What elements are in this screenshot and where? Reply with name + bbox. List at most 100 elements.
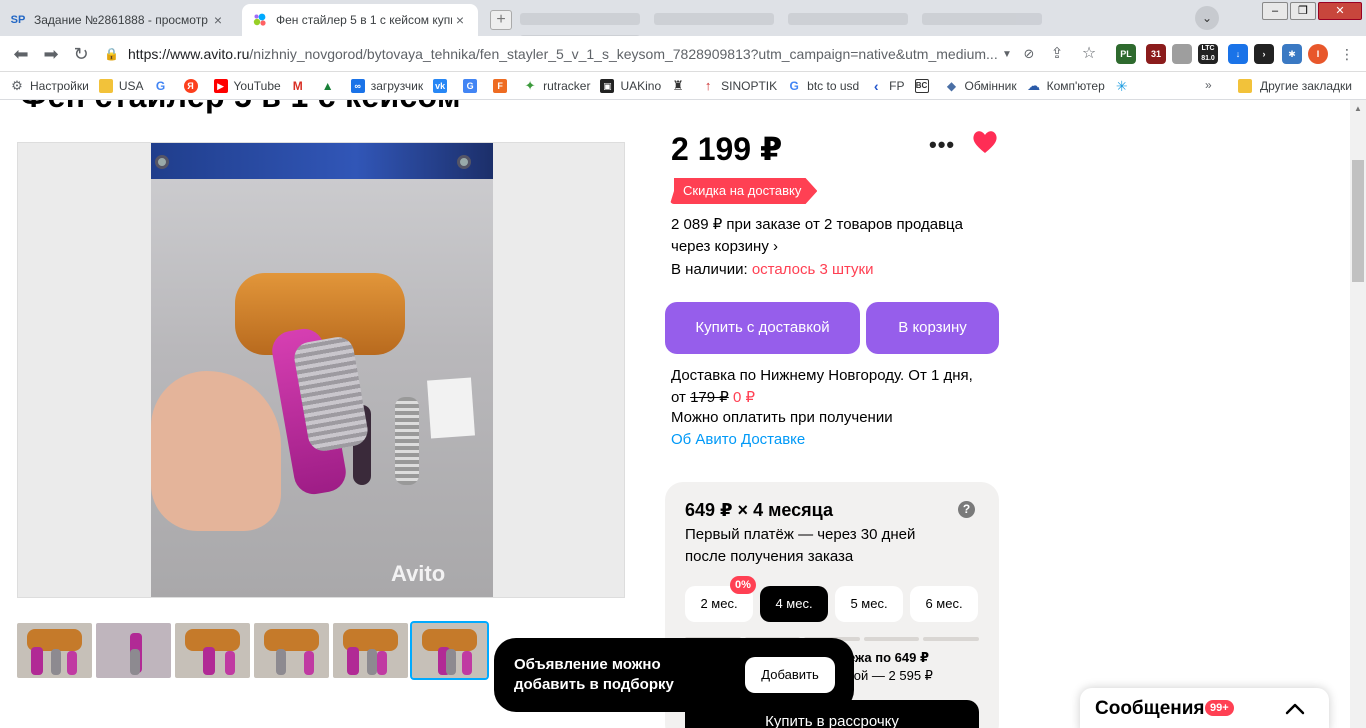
url-field[interactable]: 🔒 https://www.avito.ru/nizhniy_novgorod/… [104,41,1016,67]
bookmark-exchanger[interactable]: ◆ Обмінник [945,75,1017,97]
add-to-collection-toast: Объявление можно добавить в подборку Доб… [494,638,854,712]
bookmark-label: btc to usd [807,78,860,93]
bookmark-btc[interactable]: Gbtc to usd [787,75,859,97]
zero-percent-badge: 0% [730,576,756,594]
add-to-cart-button[interactable]: В корзину [866,302,999,354]
bookmark-drive[interactable]: ▲ [321,75,341,97]
rutracker-icon: ✦ [524,77,536,93]
tab-task[interactable]: SP Задание №2861888 - просмотр за × [0,4,236,36]
term-5-months[interactable]: 5 мес. [835,586,903,622]
help-icon[interactable]: ? [958,501,975,518]
bookmarks-bar: ⚙ Настройки USA G Я ▶ YouTube M ▲ ∞ загрузч… [0,72,1366,100]
more-options-icon[interactable]: ••• [929,132,955,158]
tab-search-button[interactable]: ⌄ [1195,6,1219,30]
price: 2 199 ₽ [671,131,783,167]
extension-download-icon[interactable]: ↓ [1228,44,1248,64]
extension-terminal-icon[interactable]: › [1254,44,1274,64]
scroll-thumb[interactable] [1352,160,1364,282]
bookmark-f[interactable]: F [493,75,513,97]
profile-avatar[interactable]: I [1308,44,1328,64]
gear-icon: ⚙ [11,77,23,93]
faded-tabs [520,8,1180,47]
main-photo[interactable]: Avito [17,142,625,598]
bookmark-label: загрузчик [370,78,424,93]
yandex-icon: Я [183,78,198,93]
bookmark-gmail[interactable]: M [291,75,311,97]
thermometer-icon: ↑ [704,77,712,93]
forward-button[interactable]: ➡ [40,44,62,64]
thumbnail-strip [17,621,491,680]
bookmark-youtube[interactable]: ▶ YouTube [213,75,281,97]
extension-gray-icon[interactable] [1172,44,1192,64]
toast-add-button[interactable]: Добавить [745,657,835,693]
installment-total-line: той — 2 595 ₽ [848,668,933,683]
extension-ltc-icon[interactable]: LTC 81.0 [1198,44,1218,64]
multi-offer-text[interactable]: 2 089 ₽ при заказе от 2 товаров продавца… [671,214,991,258]
extension-pl-icon[interactable]: PL [1116,44,1136,64]
google-icon: G [789,78,799,93]
stock-status: В наличии: осталось 3 штуки [671,261,874,278]
bookmark-bc[interactable]: BC [914,75,935,97]
extension-calendar-icon[interactable]: 31 [1146,44,1166,64]
other-bookmarks-label: Другие закладки [1260,79,1352,93]
bookmark-rutracker[interactable]: ✦ rutracker [523,75,591,97]
scroll-up-arrow[interactable]: ▲ [1354,104,1362,113]
extensions-puzzle-icon[interactable]: ✱ [1282,44,1302,64]
avito-delivery-link[interactable]: Об Авито Доставке [671,431,805,448]
bookmark-uakino[interactable]: ▣ UAKino [600,75,661,97]
thumbnail[interactable] [175,623,250,678]
installment-amount: 649 ₽ × 4 месяца [685,500,833,520]
minimize-button[interactable]: – [1262,2,1288,20]
bookmark-downloader[interactable]: ∞ загрузчик [350,75,424,97]
bookmark-settings[interactable]: ⚙ Настройки [10,75,89,97]
page-content: Фен стайлер 5 в 1 с кейсом Avito 2 199 ₽… [0,100,1350,728]
blocked-popup-icon[interactable]: ⊘ [1018,44,1040,64]
tab-avito-active[interactable]: Фен стайлер 5 в 1 с кейсом купит × [242,4,478,36]
other-bookmarks[interactable]: Другие закладки [1238,72,1352,100]
thumbnail[interactable] [96,623,171,678]
browser-menu-icon[interactable]: ⋮ [1336,44,1358,64]
share-icon[interactable]: ⇪ [1046,44,1068,64]
back-button[interactable]: ⬅ [10,44,32,64]
bookmark-star-icon[interactable]: ☆ [1078,44,1100,64]
bookmark-yandex[interactable]: Я [183,75,204,97]
bookmark-fp[interactable]: ‹ FP [869,75,905,97]
messenger-widget[interactable]: Сообщения 99+ [1080,688,1329,728]
bookmark-google[interactable]: G [154,75,174,97]
thumbnail[interactable] [333,623,408,678]
bookmarks-overflow-icon[interactable]: » [1205,78,1212,92]
stock-label: В наличии: [671,261,752,278]
installment-description: Первый платёж — через 30 дней после полу… [685,526,916,565]
url-dropdown-icon[interactable]: ▼ [1002,49,1016,60]
page-scrollbar[interactable]: ▲ [1350,100,1366,728]
bookmark-translate[interactable]: G [463,75,483,97]
new-tab-button[interactable]: + [490,10,512,30]
thumbnail[interactable] [254,623,329,678]
term-4-months[interactable]: 4 мес. [760,586,828,622]
bookmark-computer[interactable]: ☁ Комп'ютер [1027,75,1105,97]
thumbnail[interactable] [17,623,92,678]
buy-with-delivery-button[interactable]: Купить с доставкой [665,302,860,354]
term-6-months[interactable]: 6 мес. [910,586,978,622]
close-window-button[interactable]: ✕ [1318,2,1362,20]
bookmark-walmart[interactable]: ✳ [1115,75,1135,97]
bookmark-chess[interactable]: ♜ [671,75,691,97]
thumbnail-selected[interactable] [410,621,489,680]
tab-close-icon[interactable]: × [452,12,468,28]
favorite-heart-icon[interactable] [971,128,999,156]
chess-icon: ♜ [672,77,684,93]
bookmark-vk[interactable]: vk [433,75,453,97]
translate-icon: G [463,78,478,93]
tab-close-icon[interactable]: × [210,12,226,28]
multi-offer-line2[interactable]: через корзину › [671,236,991,258]
browser-tab-bar: SP Задание №2861888 - просмотр за × Фен … [0,0,1366,47]
reload-button[interactable]: ↻ [70,44,92,64]
bookmark-usa[interactable]: USA [98,75,144,97]
maximize-button[interactable]: ❐ [1290,2,1316,20]
tab-title: Фен стайлер 5 в 1 с кейсом купит [276,13,452,27]
bookmark-label: FP [889,78,905,93]
bookmark-sinoptik[interactable]: ↑ SINOPTIK [701,75,777,97]
delivery-prefix: от [671,389,691,406]
bookmark-label: UAKino [620,78,662,93]
chevron-up-icon[interactable] [1283,698,1307,720]
